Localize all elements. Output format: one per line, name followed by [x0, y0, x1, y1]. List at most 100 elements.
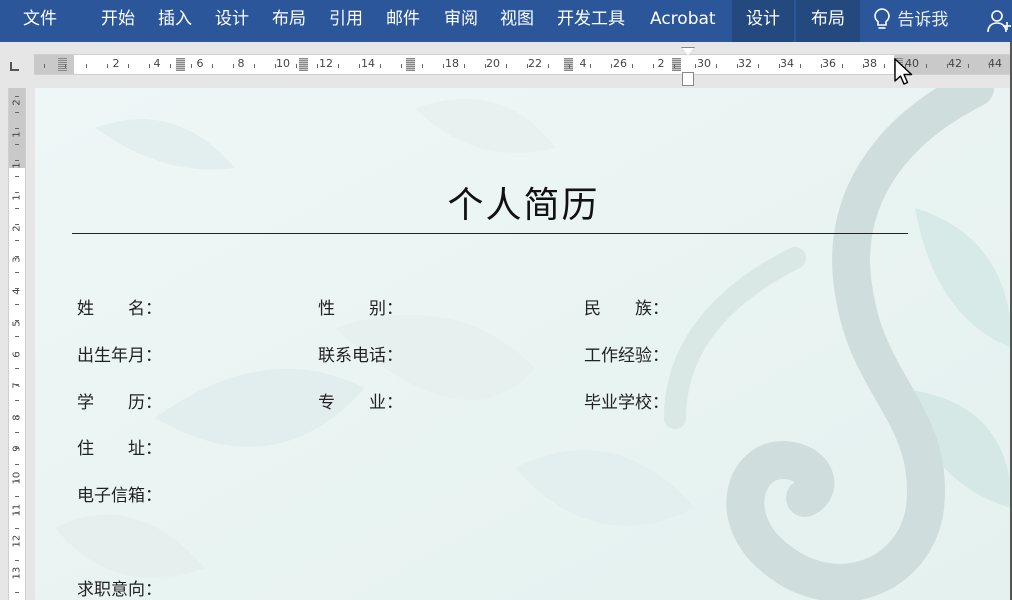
ruler-tick [15, 160, 19, 161]
ruler-number: 4 [579, 57, 587, 70]
ruler-tick [947, 64, 948, 68]
ruler-tick [212, 64, 213, 68]
ruler-tick [968, 64, 969, 68]
ruler-tick [15, 368, 19, 369]
ruler-number: 1 [11, 131, 23, 138]
ruler-number: 20 [486, 57, 500, 70]
tab-insert[interactable]: 插入 [158, 0, 192, 42]
ruler-tick [15, 400, 19, 401]
ruler-tick [15, 336, 19, 337]
ruler-tick [44, 64, 45, 68]
tab-stop-selector-icon[interactable] [10, 62, 19, 71]
ruler-tick [611, 64, 612, 68]
column-marker[interactable] [176, 58, 185, 71]
ruler-number: 34 [780, 57, 794, 70]
ruler-tick [15, 560, 19, 561]
ruler-number: 32 [738, 57, 752, 70]
document-page[interactable]: 个人简历 姓 名： 性 别： 民 族： 出生年月： 联系电话： 工作经验： 学 … [35, 88, 1012, 600]
title-divider [72, 233, 908, 234]
tab-file[interactable]: 文件 [23, 0, 57, 42]
tab-review[interactable]: 审阅 [444, 0, 478, 42]
ruler-tick [15, 576, 19, 577]
ruler-number: 38 [863, 57, 877, 70]
ruler-number: 14 [361, 57, 375, 70]
tell-me-label: 告诉我 [897, 10, 949, 30]
field-objective[interactable]: 求职意向： [77, 575, 162, 600]
tab-view[interactable]: 视图 [500, 0, 534, 42]
ruler-tick [15, 432, 19, 433]
ruler-tick [254, 64, 255, 68]
vertical-ruler[interactable]: 21112345678910111213 [8, 88, 26, 600]
tab-acrobat[interactable]: Acrobat [650, 0, 716, 42]
field-experience[interactable]: 工作经验： [584, 341, 669, 366]
ruler-tick [15, 496, 19, 497]
horizontal-ruler[interactable]: 2 4 6 8 10 12 14 18 20 22 4 26 2 30 32 34 36 38 40 42 44 [34, 54, 1012, 75]
ruler-number: 6 [11, 351, 23, 358]
ruler-number: 8 [237, 57, 245, 70]
ruler-tick [422, 64, 423, 68]
ruler-tick [15, 448, 19, 449]
ruler-tick [15, 384, 19, 385]
ruler-tick [800, 64, 801, 68]
ruler-tick [716, 64, 717, 68]
ruler-area: 2 4 6 8 10 12 14 18 20 22 4 26 2 30 32 34 36 38 40 42 44 [0, 42, 1012, 88]
ruler-number: 1 [11, 194, 23, 201]
ruler-tick [15, 144, 19, 145]
field-major[interactable]: 专 业： [318, 388, 403, 413]
ruler-tick [15, 128, 19, 129]
field-phone[interactable]: 联系电话： [318, 341, 403, 366]
ruler-tick [275, 64, 276, 68]
ruler-tick [737, 64, 738, 68]
tab-design[interactable]: 设计 [215, 0, 249, 42]
background-floral-decoration [35, 88, 1012, 600]
ruler-tick [569, 64, 570, 68]
ruler-tick [863, 64, 864, 68]
ruler-tick [464, 64, 465, 68]
ruler-number: 6 [196, 57, 204, 70]
tab-mailings[interactable]: 邮件 [386, 0, 420, 42]
tab-references[interactable]: 引用 [329, 0, 363, 42]
field-birth[interactable]: 出生年月： [77, 341, 162, 366]
ruler-tick [653, 64, 654, 68]
tab-layout[interactable]: 布局 [272, 0, 306, 42]
share-user-icon[interactable] [986, 8, 1012, 34]
ruler-number: 4 [153, 57, 161, 70]
field-address[interactable]: 住 址： [77, 434, 162, 459]
ruler-number: 18 [445, 57, 459, 70]
ruler-tick [695, 64, 696, 68]
field-gender[interactable]: 性 别： [318, 294, 403, 319]
ruler-tick [506, 64, 507, 68]
ruler-number: 1 [11, 162, 23, 169]
column-marker[interactable] [299, 58, 308, 71]
tab-developer[interactable]: 开发工具 [557, 0, 625, 42]
tab-home[interactable]: 开始 [101, 0, 135, 42]
ruler-tick [884, 64, 885, 68]
ruler-tick [359, 64, 360, 68]
ruler-number: 8 [11, 414, 23, 421]
tell-me-box[interactable]: 告诉我 [872, 0, 948, 42]
ruler-tick [15, 208, 19, 209]
ruler-tick [842, 64, 843, 68]
field-name[interactable]: 姓 名： [77, 294, 162, 319]
hanging-indent-marker[interactable] [682, 72, 694, 86]
column-marker[interactable] [406, 58, 415, 71]
ruler-number: 30 [697, 57, 711, 70]
field-email[interactable]: 电子信箱： [77, 481, 162, 506]
ruler-tick [15, 416, 19, 417]
ruler-tick [758, 64, 759, 68]
ruler-tick [15, 224, 19, 225]
tab-table-design[interactable]: 设计 [732, 0, 794, 42]
field-ethnicity[interactable]: 民 族： [584, 294, 669, 319]
ruler-number: 13 [11, 566, 23, 580]
field-school[interactable]: 毕业学校： [584, 388, 669, 413]
ruler-margin-left [34, 55, 74, 74]
ruler-tick [233, 64, 234, 68]
ruler-tick [15, 512, 19, 513]
ruler-number: 36 [822, 57, 836, 70]
ruler-tick [380, 64, 381, 68]
tab-table-layout[interactable]: 布局 [796, 0, 860, 42]
ruler-tick [15, 96, 19, 97]
ruler-tick [926, 64, 927, 68]
ruler-number: 26 [613, 57, 627, 70]
field-education[interactable]: 学 历： [77, 388, 162, 413]
